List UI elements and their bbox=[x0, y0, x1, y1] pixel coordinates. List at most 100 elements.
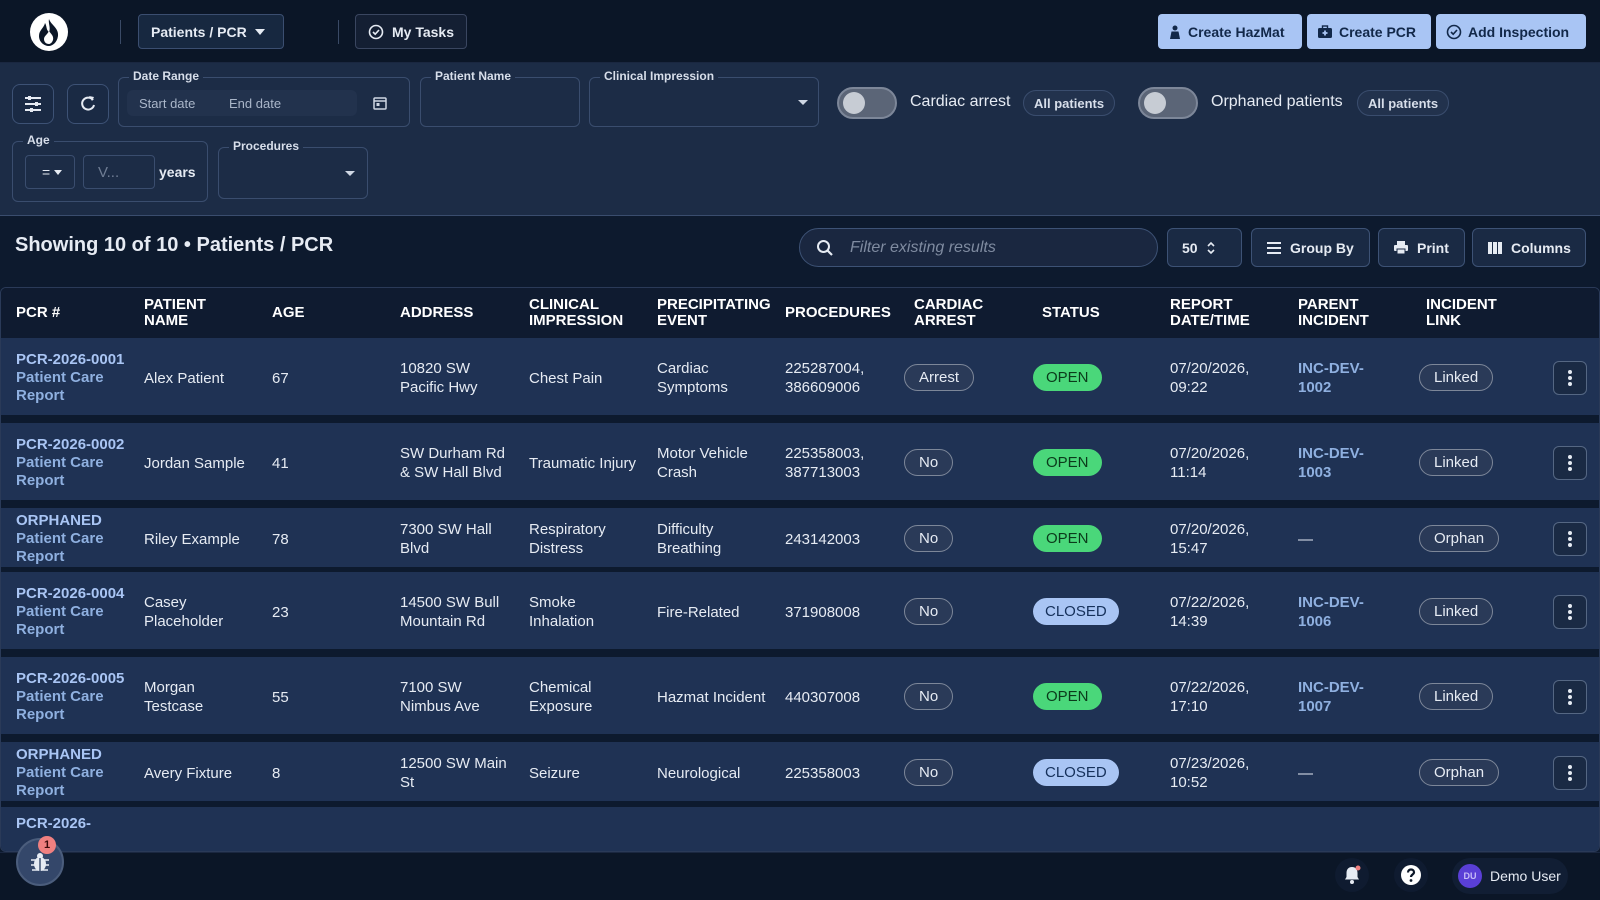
column-header[interactable]: INCIDENT LINK bbox=[1426, 297, 1516, 329]
sliders-icon bbox=[25, 96, 41, 112]
row-actions-button[interactable] bbox=[1553, 595, 1587, 629]
procedures-label: Procedures bbox=[229, 139, 304, 153]
pcr-number-link[interactable]: ORPHANED bbox=[16, 746, 126, 764]
row-actions-button[interactable] bbox=[1553, 446, 1587, 480]
pcr-number-cell[interactable]: ORPHANED Patient Care Report bbox=[16, 742, 126, 804]
notifications-button[interactable] bbox=[1335, 858, 1369, 892]
group-by-button[interactable]: Group By bbox=[1251, 228, 1370, 267]
age-label: Age bbox=[23, 133, 54, 147]
flame-logo-icon[interactable] bbox=[30, 13, 68, 51]
medical-kit-icon bbox=[1318, 24, 1332, 38]
user-menu-button[interactable]: DU Demo User bbox=[1452, 858, 1568, 894]
patients-pcr-menu-button[interactable]: Patients / PCR bbox=[138, 14, 284, 49]
table-row[interactable]: ORPHANED Patient Care Report Riley Example… bbox=[1, 508, 1599, 570]
cardiac-arrest-filter-chip[interactable]: All patients bbox=[1023, 90, 1116, 116]
age-cell-text: 78 bbox=[272, 530, 289, 548]
create-pcr-button[interactable]: Create PCR bbox=[1307, 14, 1431, 49]
address-cell: 12500 SW Main St bbox=[400, 742, 510, 804]
column-header[interactable]: PARENT INCIDENT bbox=[1298, 297, 1388, 329]
age-cell: 23 bbox=[272, 572, 332, 652]
column-header[interactable]: REPORT DATE/TIME bbox=[1170, 297, 1270, 329]
column-header[interactable]: CLINICAL IMPRESSION bbox=[529, 297, 639, 329]
table-row[interactable]: PCR-2026- bbox=[1, 807, 1599, 851]
kebab-icon bbox=[1568, 531, 1572, 547]
incident-link-badge: Linked bbox=[1419, 683, 1494, 710]
incident-link-badge: Linked bbox=[1419, 598, 1494, 625]
help-button[interactable] bbox=[1394, 858, 1428, 892]
column-header[interactable]: PATIENT NAME bbox=[144, 297, 234, 329]
print-button[interactable]: Print bbox=[1378, 228, 1465, 267]
row-actions-button[interactable] bbox=[1553, 522, 1587, 556]
column-header[interactable]: CARDIAC ARREST bbox=[914, 297, 994, 329]
pcr-number-cell[interactable]: PCR-2026-0004 Patient Care Report bbox=[16, 572, 126, 652]
table-row[interactable]: PCR-2026-0004 Patient Care Report Casey Pl… bbox=[1, 572, 1599, 652]
column-header[interactable]: PRECIPITATING EVENT bbox=[657, 297, 773, 329]
parent-incident-cell[interactable]: INC-DEV-1003 bbox=[1298, 423, 1388, 503]
procedures-cell-text: 243142003 bbox=[785, 530, 861, 548]
bell-icon bbox=[1345, 865, 1361, 884]
table-row[interactable]: PCR-2026-0001 Patient Care Report Alex Pat… bbox=[1, 338, 1599, 418]
procedures-cell: 225287004, 386609006 bbox=[785, 338, 895, 418]
pcr-number-link[interactable]: PCR-2026-0005 bbox=[16, 670, 126, 688]
column-header[interactable]: STATUS bbox=[1042, 305, 1100, 321]
age-value-input[interactable]: V... bbox=[83, 155, 155, 189]
reset-filters-button[interactable] bbox=[67, 84, 109, 124]
parent-incident-cell[interactable]: INC-DEV-1002 bbox=[1298, 338, 1388, 418]
hazmat-suit-icon bbox=[1170, 25, 1180, 39]
columns-button[interactable]: Columns bbox=[1472, 228, 1586, 267]
pcr-number-cell[interactable]: PCR-2026-0001 Patient Care Report bbox=[16, 338, 126, 418]
report-datetime-cell-text: 07/22/2026, 14:39 bbox=[1170, 594, 1250, 630]
patient-name-cell: Jordan Sample bbox=[144, 423, 254, 503]
clinical-impression-cell-text: Chest Pain bbox=[529, 369, 603, 387]
column-header[interactable]: ADDRESS bbox=[400, 305, 473, 321]
incident-link-badge: Orphan bbox=[1419, 759, 1500, 786]
procedures-cell-text: 225287004, 386609006 bbox=[785, 360, 865, 396]
pcr-number-link[interactable]: ORPHANED bbox=[16, 512, 126, 530]
patient-name-field[interactable]: Patient Name bbox=[420, 69, 580, 127]
end-date-input[interactable]: End date bbox=[229, 96, 281, 111]
pcr-type-label: Patient Care Report bbox=[16, 530, 104, 565]
orphaned-filter-chip[interactable]: All patients bbox=[1357, 90, 1450, 116]
add-inspection-button[interactable]: Add Inspection bbox=[1436, 14, 1586, 49]
filter-results-search[interactable]: Filter existing results bbox=[799, 228, 1158, 267]
table-row[interactable]: PCR-2026-0002 Patient Care Report Jordan S… bbox=[1, 423, 1599, 503]
cardiac-arrest-badge: No bbox=[904, 449, 954, 476]
clinical-impression-label: Clinical Impression bbox=[600, 69, 719, 83]
pcr-number-cell[interactable]: ORPHANED Patient Care Report bbox=[16, 508, 126, 570]
age-cell-text: 55 bbox=[272, 688, 289, 706]
start-date-input[interactable]: Start date bbox=[139, 96, 229, 111]
column-header[interactable]: PCR # bbox=[16, 305, 60, 321]
age-operator-select[interactable]: = bbox=[25, 155, 75, 189]
pcr-number-cell[interactable]: PCR-2026-0005 Patient Care Report bbox=[16, 657, 126, 737]
parent-incident-cell[interactable]: INC-DEV-1007 bbox=[1298, 657, 1388, 737]
page-size-select[interactable]: 50 bbox=[1167, 228, 1242, 267]
notification-count-badge: 1 bbox=[38, 836, 56, 854]
column-header[interactable]: PROCEDURES bbox=[785, 305, 891, 321]
clinical-impression-select[interactable]: Clinical Impression bbox=[589, 69, 819, 127]
create-hazmat-button[interactable]: Create HazMat bbox=[1158, 14, 1302, 49]
row-actions-button[interactable] bbox=[1553, 680, 1587, 714]
pcr-number-link[interactable]: PCR-2026-0004 bbox=[16, 585, 126, 603]
pcr-number-link[interactable]: PCR-2026-0001 bbox=[16, 351, 126, 369]
pcr-number-link[interactable]: PCR-2026-0002 bbox=[16, 436, 126, 454]
avatar: DU bbox=[1458, 864, 1482, 888]
report-datetime-cell-text: 07/20/2026, 09:22 bbox=[1170, 360, 1250, 396]
pcr-number-cell[interactable]: PCR-2026-0002 Patient Care Report bbox=[16, 423, 126, 503]
filter-settings-button[interactable] bbox=[12, 84, 54, 124]
pcr-number-link[interactable]: PCR-2026- bbox=[16, 815, 91, 833]
calendar-icon[interactable] bbox=[373, 96, 387, 110]
orphaned-patients-toggle[interactable] bbox=[1138, 87, 1198, 119]
table-row[interactable]: ORPHANED Patient Care Report Avery Fixture… bbox=[1, 742, 1599, 804]
parent-incident-cell[interactable]: INC-DEV-1006 bbox=[1298, 572, 1388, 652]
row-actions-button[interactable] bbox=[1553, 361, 1587, 395]
procedures-select[interactable]: Procedures bbox=[218, 139, 368, 199]
clinical-impression-cell-text: Seizure bbox=[529, 764, 580, 782]
table-row[interactable]: PCR-2026-0005 Patient Care Report Morgan T… bbox=[1, 657, 1599, 737]
cardiac-arrest-toggle[interactable] bbox=[837, 87, 897, 119]
column-header[interactable]: AGE bbox=[272, 305, 305, 321]
precipitating-event-cell-text: Neurological bbox=[657, 764, 741, 782]
address-cell: 7300 SW Hall Blvd bbox=[400, 508, 510, 570]
clinical-impression-cell-text: Traumatic Injury bbox=[529, 454, 636, 472]
row-actions-button[interactable] bbox=[1553, 756, 1587, 790]
my-tasks-button[interactable]: My Tasks bbox=[355, 14, 467, 49]
